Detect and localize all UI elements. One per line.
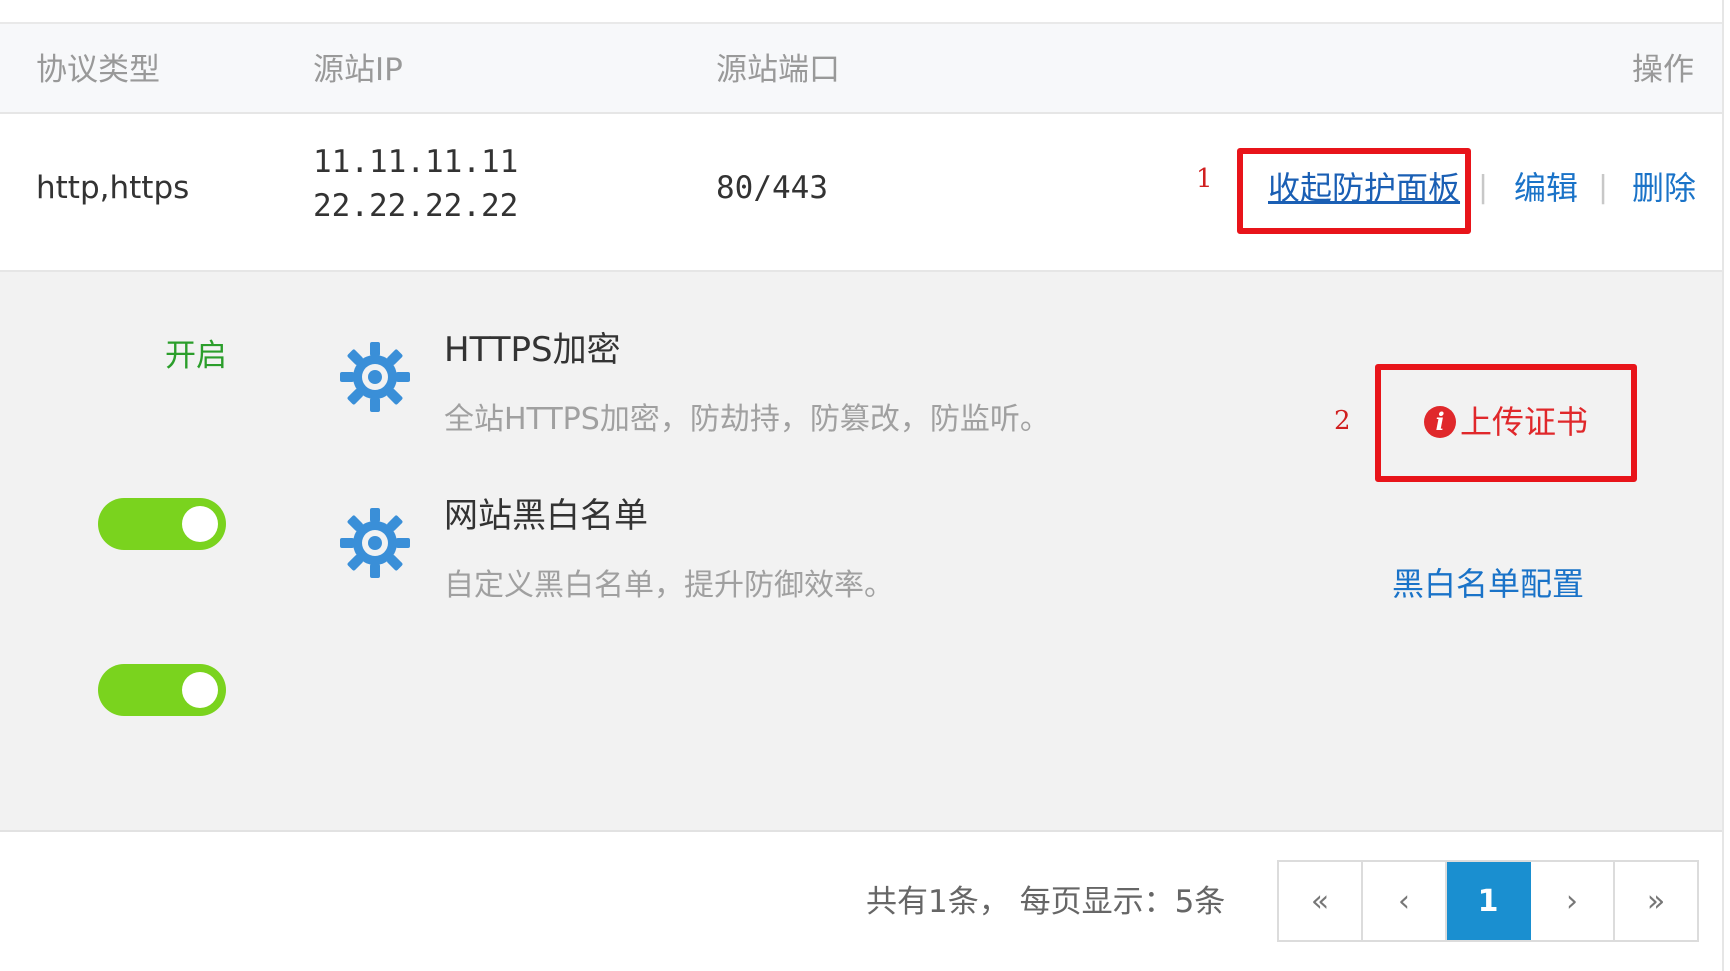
- last-page-button[interactable]: »: [1615, 862, 1697, 940]
- toggle-knob: [182, 672, 218, 708]
- source-port-cell: 80/443: [716, 170, 828, 206]
- protection-table: 协议类型 源站IP 源站端口 操作 http,https 11.11.11.11…: [0, 0, 1724, 971]
- gear-icon: [340, 508, 410, 578]
- feature-desc-blackwhite: 自定义黑白名单，提升防御效率。: [444, 568, 894, 603]
- pagination: « ‹ 1 › »: [1277, 860, 1699, 942]
- source-ip-cell: 11.11.11.11 22.22.22.22: [313, 140, 518, 228]
- header-source-port: 源站端口: [716, 52, 840, 88]
- https-toggle[interactable]: [98, 498, 226, 550]
- blackwhite-config-link[interactable]: 黑白名单配置: [1392, 562, 1584, 606]
- source-ip-1: 11.11.11.11: [313, 144, 519, 180]
- table-row: http,https 11.11.11.11 22.22.22.22 80/44…: [0, 114, 1722, 272]
- next-page-button[interactable]: ›: [1531, 862, 1615, 940]
- upload-certificate-button[interactable]: i 上传证书: [1424, 400, 1588, 444]
- edit-link[interactable]: 编辑: [1514, 166, 1578, 210]
- blackwhite-list-toggle[interactable]: [98, 664, 226, 716]
- action-separator: |: [1478, 170, 1489, 205]
- action-separator: |: [1598, 170, 1609, 205]
- feature-desc-https: 全站HTTPS加密，防劫持，防篡改，防监听。: [444, 402, 1050, 437]
- header-actions: 操作: [1632, 52, 1694, 88]
- protocol-cell: http,https: [36, 170, 190, 206]
- pagination-summary: 共有1条， 每页显示：5条: [866, 884, 1226, 920]
- collapse-panel-link[interactable]: 收起防护面板: [1268, 166, 1460, 210]
- annotation-marker-1: 1: [1196, 164, 1213, 194]
- pagination-footer: 共有1条， 每页显示：5条 « ‹ 1 › »: [0, 832, 1722, 971]
- annotation-marker-2: 2: [1334, 406, 1351, 436]
- feature-title-https: HTTPS加密: [444, 330, 621, 370]
- protection-panel: 开启 HTTPS加密 全站HTTPS加密，防劫持，防篡改，防监听。 2 i 上传…: [0, 272, 1722, 832]
- gear-icon: [340, 342, 410, 412]
- header-protocol-type: 协议类型: [36, 52, 160, 88]
- top-spacer: [0, 0, 1722, 22]
- info-icon: i: [1424, 406, 1456, 438]
- page-1-button[interactable]: 1: [1447, 862, 1531, 940]
- first-page-button[interactable]: «: [1279, 862, 1363, 940]
- source-ip-2: 22.22.22.22: [313, 188, 519, 224]
- upload-certificate-label: 上传证书: [1460, 403, 1589, 441]
- toggle-knob: [182, 506, 218, 542]
- header-source-ip: 源站IP: [313, 52, 403, 88]
- table-header: 协议类型 源站IP 源站端口 操作: [0, 22, 1722, 114]
- delete-link[interactable]: 删除: [1632, 166, 1696, 210]
- feature-title-blackwhite: 网站黑白名单: [444, 496, 648, 536]
- prev-page-button[interactable]: ‹: [1363, 862, 1447, 940]
- status-label: 开启: [165, 338, 227, 374]
